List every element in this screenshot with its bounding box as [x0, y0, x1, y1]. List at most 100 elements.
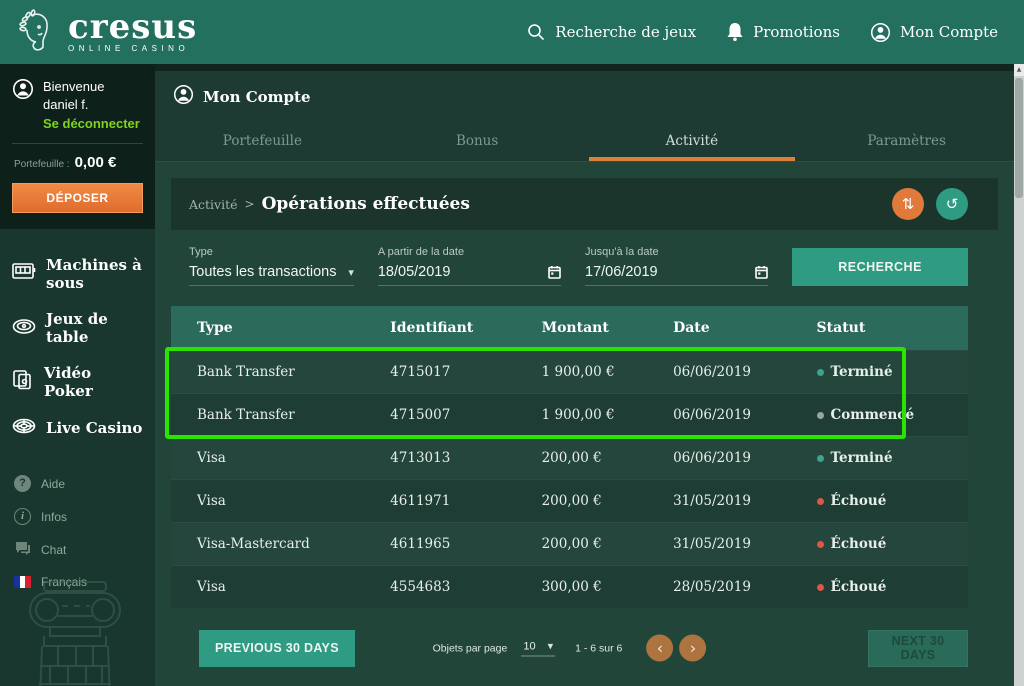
column-pillar-illustration: [8, 580, 140, 686]
search-icon: [526, 22, 546, 42]
table-row[interactable]: Visa-Mastercard 4611965 200,00 € 31/05/2…: [171, 522, 968, 565]
cell-id: 4554683: [390, 579, 541, 595]
breadcrumb-section[interactable]: Activité: [189, 197, 238, 212]
sidebar-item-video-poker[interactable]: Vidéo Poker: [0, 355, 155, 409]
table-row[interactable]: Bank Transfer 4715017 1 900,00 € 06/06/2…: [171, 350, 968, 393]
page-next-button[interactable]: ›: [679, 635, 706, 662]
nav-my-account[interactable]: Mon Compte: [870, 22, 998, 43]
table-row[interactable]: Visa 4554683 300,00 € 28/05/2019 Échoué: [171, 565, 968, 608]
history-icon: ↺: [946, 195, 959, 213]
calendar-icon: [755, 265, 768, 279]
account-tabs: Portefeuille Bonus Activité Paramètres: [155, 123, 1014, 161]
per-page-select[interactable]: 10 ▾: [521, 640, 555, 657]
sidebar-item-label: Infos: [41, 510, 67, 524]
history-button[interactable]: ↺: [936, 188, 968, 220]
wallet-balance: 0,00 €: [75, 154, 117, 171]
logo[interactable]: cresus ONLINE CASINO: [14, 9, 197, 55]
next-30-days-button[interactable]: NEXT 30 DAYS: [868, 630, 968, 667]
sidebar-item-slots[interactable]: Machines à sous: [0, 247, 155, 301]
type-filter[interactable]: Type Toutes les transactions ▾: [189, 246, 354, 286]
cell-amount: 200,00 €: [542, 493, 674, 509]
nav-search-label: Recherche de jeux: [555, 23, 696, 41]
status-badge: Terminé: [831, 450, 893, 466]
logo-subtitle: ONLINE CASINO: [68, 44, 197, 53]
sidebar-item-label: Vidéo Poker: [44, 364, 143, 400]
table-footer: PREVIOUS 30 DAYS Objets par page 10 ▾ 1 …: [171, 628, 968, 668]
nav-promotions[interactable]: Promotions: [726, 22, 840, 42]
breadcrumb: Activité > Opérations effectuées ⇅ ↺: [171, 178, 998, 230]
calendar-icon: [548, 265, 561, 279]
type-filter-value: Toutes les transactions: [189, 264, 337, 280]
table-row[interactable]: Bank Transfer 4715007 1 900,00 € 06/06/2…: [171, 393, 968, 436]
active-tab-underline: [589, 157, 796, 161]
scrollbar-up-arrow[interactable]: ▲: [1014, 64, 1024, 76]
to-date-field[interactable]: Jusqu'à la date 17/06/2019: [585, 246, 768, 286]
chevron-down-icon: ▾: [548, 640, 554, 653]
info-icon: i: [14, 508, 31, 525]
transfer-button[interactable]: ⇅: [892, 188, 924, 220]
search-button[interactable]: RECHERCHE: [792, 248, 968, 286]
table-games-icon: [12, 318, 36, 339]
sidebar-item-live-casino[interactable]: Live Casino: [0, 409, 155, 447]
sidebar-item-infos[interactable]: i Infos: [0, 500, 155, 533]
sidebar-item-chat[interactable]: Chat: [0, 533, 155, 567]
scrollbar[interactable]: ▲: [1014, 64, 1024, 686]
cresus-head-icon: [14, 9, 58, 55]
previous-30-days-button[interactable]: PREVIOUS 30 DAYS: [199, 630, 355, 667]
wallet-label: Portefeuille :: [14, 159, 70, 170]
transactions-table: Type Identifiant Montant Date Statut Ban…: [171, 306, 968, 608]
deposit-button[interactable]: DÉPOSER: [12, 183, 143, 213]
sidebar-main-menu: Machines à sous Jeux de table: [0, 229, 155, 453]
chevron-right-icon: ›: [690, 638, 696, 657]
tab-parametres[interactable]: Paramètres: [799, 123, 1014, 161]
sidebar-item-label: Jeux de table: [46, 310, 143, 346]
status-dot: [817, 412, 824, 419]
chat-icon: [14, 541, 31, 559]
from-date-label: A partir de la date: [378, 246, 561, 258]
status-badge: Échoué: [831, 579, 887, 595]
column-header-type: Type: [171, 320, 390, 336]
cell-id: 4715017: [390, 364, 541, 380]
roulette-icon: [12, 418, 36, 438]
top-bar: cresus ONLINE CASINO Recherche de jeux P…: [0, 0, 1024, 64]
cell-date: 31/05/2019: [673, 536, 816, 552]
from-date-field[interactable]: A partir de la date 18/05/2019: [378, 246, 561, 286]
sidebar-item-help[interactable]: ? Aide: [0, 467, 155, 500]
cell-id: 4611971: [390, 493, 541, 509]
account-title: Mon Compte: [203, 88, 311, 106]
divider: [12, 143, 143, 144]
tab-portefeuille[interactable]: Portefeuille: [155, 123, 370, 161]
top-navigation: Recherche de jeux Promotions Mon Compte: [526, 22, 998, 43]
nav-search-games[interactable]: Recherche de jeux: [526, 22, 696, 42]
user-block: Bienvenue daniel f. Se déconnecter Porte…: [0, 64, 155, 229]
cell-date: 06/06/2019: [673, 364, 816, 380]
chevron-left-icon: ‹: [657, 638, 663, 657]
scrollbar-thumb[interactable]: [1015, 78, 1023, 198]
cell-amount: 200,00 €: [542, 536, 674, 552]
sidebar-item-table-games[interactable]: Jeux de table: [0, 301, 155, 355]
logout-link[interactable]: Se déconnecter: [43, 116, 140, 131]
page-title: Opérations effectuées: [262, 194, 470, 214]
status-dot: [817, 541, 824, 548]
per-page-value: 10: [523, 640, 535, 652]
table-row[interactable]: Visa 4713013 200,00 € 06/06/2019 Terminé: [171, 436, 968, 479]
table-row[interactable]: Visa 4611971 200,00 € 31/05/2019 Échoué: [171, 479, 968, 522]
cell-type: Bank Transfer: [171, 407, 390, 423]
cell-date: 06/06/2019: [673, 407, 816, 423]
page-previous-button[interactable]: ‹: [646, 635, 673, 662]
avatar-icon: [12, 78, 34, 131]
status-badge: Terminé: [831, 364, 893, 380]
tab-activite[interactable]: Activité: [585, 123, 800, 161]
column-header-statut: Statut: [817, 320, 968, 336]
cell-id: 4611965: [390, 536, 541, 552]
per-page-label: Objets par page: [433, 642, 508, 654]
nav-my-account-label: Mon Compte: [900, 23, 998, 41]
cell-date: 28/05/2019: [673, 579, 816, 595]
tab-bonus[interactable]: Bonus: [370, 123, 585, 161]
cell-type: Visa: [171, 493, 390, 509]
type-filter-label: Type: [189, 246, 354, 258]
column-header-date: Date: [673, 320, 816, 336]
bell-icon: [726, 22, 744, 42]
cell-date: 06/06/2019: [673, 450, 816, 466]
chevron-down-icon: ▾: [348, 266, 354, 279]
